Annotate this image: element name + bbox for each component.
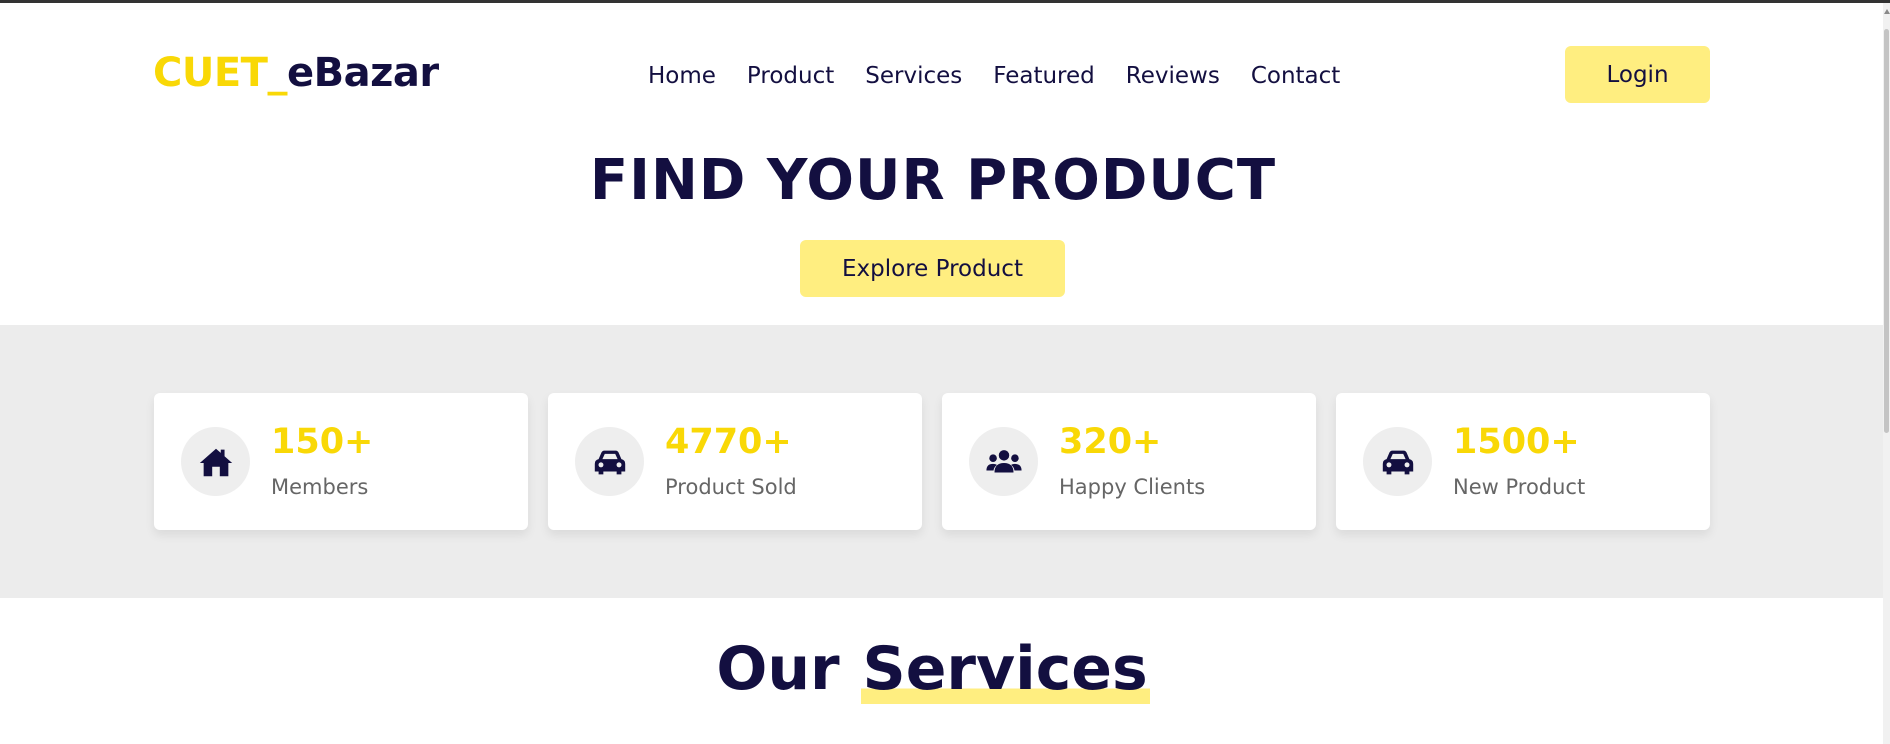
stat-label: New Product <box>1453 475 1586 499</box>
explore-product-button[interactable]: Explore Product <box>800 240 1065 297</box>
logo-main-text: eBazar <box>286 50 439 96</box>
page-scrollbar[interactable] <box>1883 3 1890 744</box>
hero-title: FIND YOUR PRODUCT <box>589 148 1277 213</box>
site-header: CUET_eBazar Home Product Services Featur… <box>0 3 1883 147</box>
nav-link-home[interactable]: Home <box>648 61 716 91</box>
stats-section: 150+ Members 4770+ Product Sold 320+ Hap… <box>0 325 1883 598</box>
nav-link-product[interactable]: Product <box>747 61 834 91</box>
stat-value: 4770+ <box>665 422 792 462</box>
stat-card-product-sold: 4770+ Product Sold <box>548 393 922 530</box>
site-logo[interactable]: CUET_eBazar <box>153 50 439 96</box>
services-heading-plain: Our <box>716 634 840 704</box>
nav-link-reviews[interactable]: Reviews <box>1126 61 1220 91</box>
services-heading: Our Services <box>0 634 1866 704</box>
stat-card-members: 150+ Members <box>154 393 528 530</box>
stat-value: 320+ <box>1059 422 1162 462</box>
car-icon <box>575 427 644 496</box>
stat-card-new-product: 1500+ New Product <box>1336 393 1710 530</box>
main-nav: Home Product Services Featured Reviews C… <box>648 61 1340 91</box>
logo-accent-text: CUET_ <box>153 50 287 96</box>
nav-link-contact[interactable]: Contact <box>1251 61 1340 91</box>
stat-value: 1500+ <box>1453 422 1580 462</box>
services-heading-highlight: Services <box>860 634 1150 704</box>
scrollbar-thumb[interactable] <box>1884 29 1889 433</box>
home-icon <box>181 427 250 496</box>
stat-label: Happy Clients <box>1059 475 1206 499</box>
stat-card-happy-clients: 320+ Happy Clients <box>942 393 1316 530</box>
login-button[interactable]: Login <box>1565 46 1710 103</box>
nav-link-services[interactable]: Services <box>865 61 962 91</box>
car-icon <box>1363 427 1432 496</box>
stat-label: Product Sold <box>665 475 797 499</box>
scroll-up-arrow-icon[interactable] <box>1884 9 1890 14</box>
users-icon <box>969 427 1038 496</box>
stat-value: 150+ <box>271 422 374 462</box>
nav-link-featured[interactable]: Featured <box>993 61 1095 91</box>
stat-label: Members <box>271 475 369 499</box>
